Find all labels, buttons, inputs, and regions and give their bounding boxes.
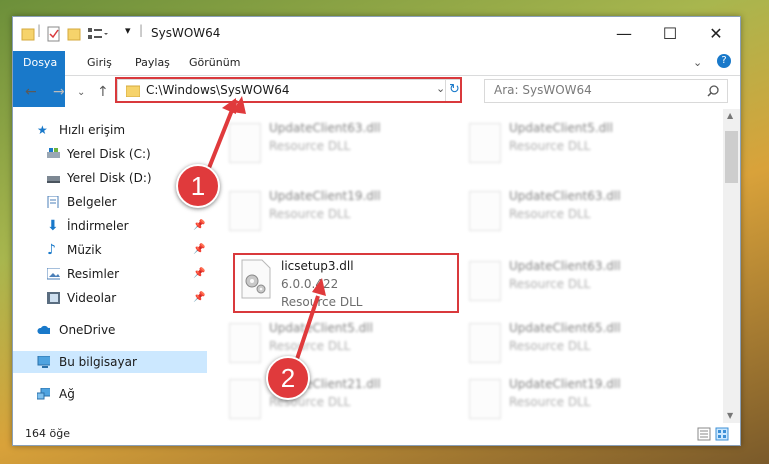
callout-1: 1 xyxy=(176,164,220,208)
annotation-arrows xyxy=(203,96,326,363)
callout-2: 2 xyxy=(266,356,310,400)
